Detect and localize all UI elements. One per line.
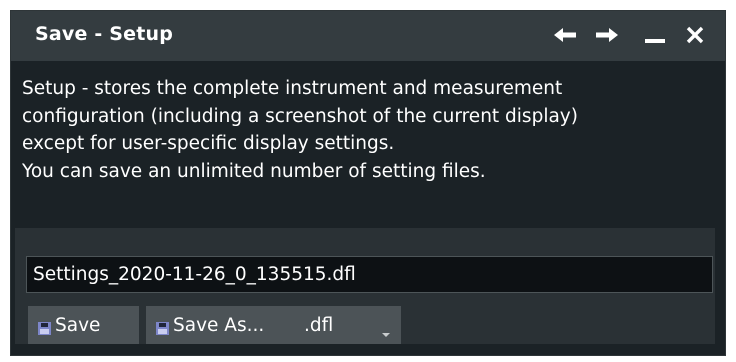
- file-extension-select[interactable]: .dfl: [296, 306, 401, 344]
- description-line: except for user-specific display setting…: [22, 133, 395, 154]
- save-button[interactable]: Save: [28, 306, 139, 344]
- back-arrow-icon[interactable]: [551, 22, 579, 48]
- description-text: Setup - stores the complete instrument a…: [22, 75, 712, 185]
- forward-arrow-icon[interactable]: [593, 22, 621, 48]
- dialog-title: Save - Setup: [35, 23, 174, 45]
- close-icon[interactable]: [681, 22, 709, 48]
- filename-input[interactable]: Settings_2020-11-26_0_135515.dfl: [26, 256, 713, 293]
- save-as-button-label: Save As...: [173, 314, 265, 336]
- minimize-icon[interactable]: [641, 22, 669, 48]
- description-line: You can save an unlimited number of sett…: [22, 160, 486, 182]
- save-as-button[interactable]: Save As...: [146, 306, 296, 344]
- title-bar[interactable]: Save - Setup: [11, 11, 725, 61]
- dropdown-arrow-icon: [381, 322, 391, 343]
- description-line: configuration (including a screenshot of…: [22, 105, 578, 127]
- description-line: Setup - stores the complete instrument a…: [22, 78, 563, 99]
- save-button-label: Save: [55, 314, 101, 336]
- floppy-disk-icon: [156, 319, 169, 335]
- floppy-disk-icon: [38, 319, 51, 335]
- file-extension-value: .dfl: [304, 314, 334, 336]
